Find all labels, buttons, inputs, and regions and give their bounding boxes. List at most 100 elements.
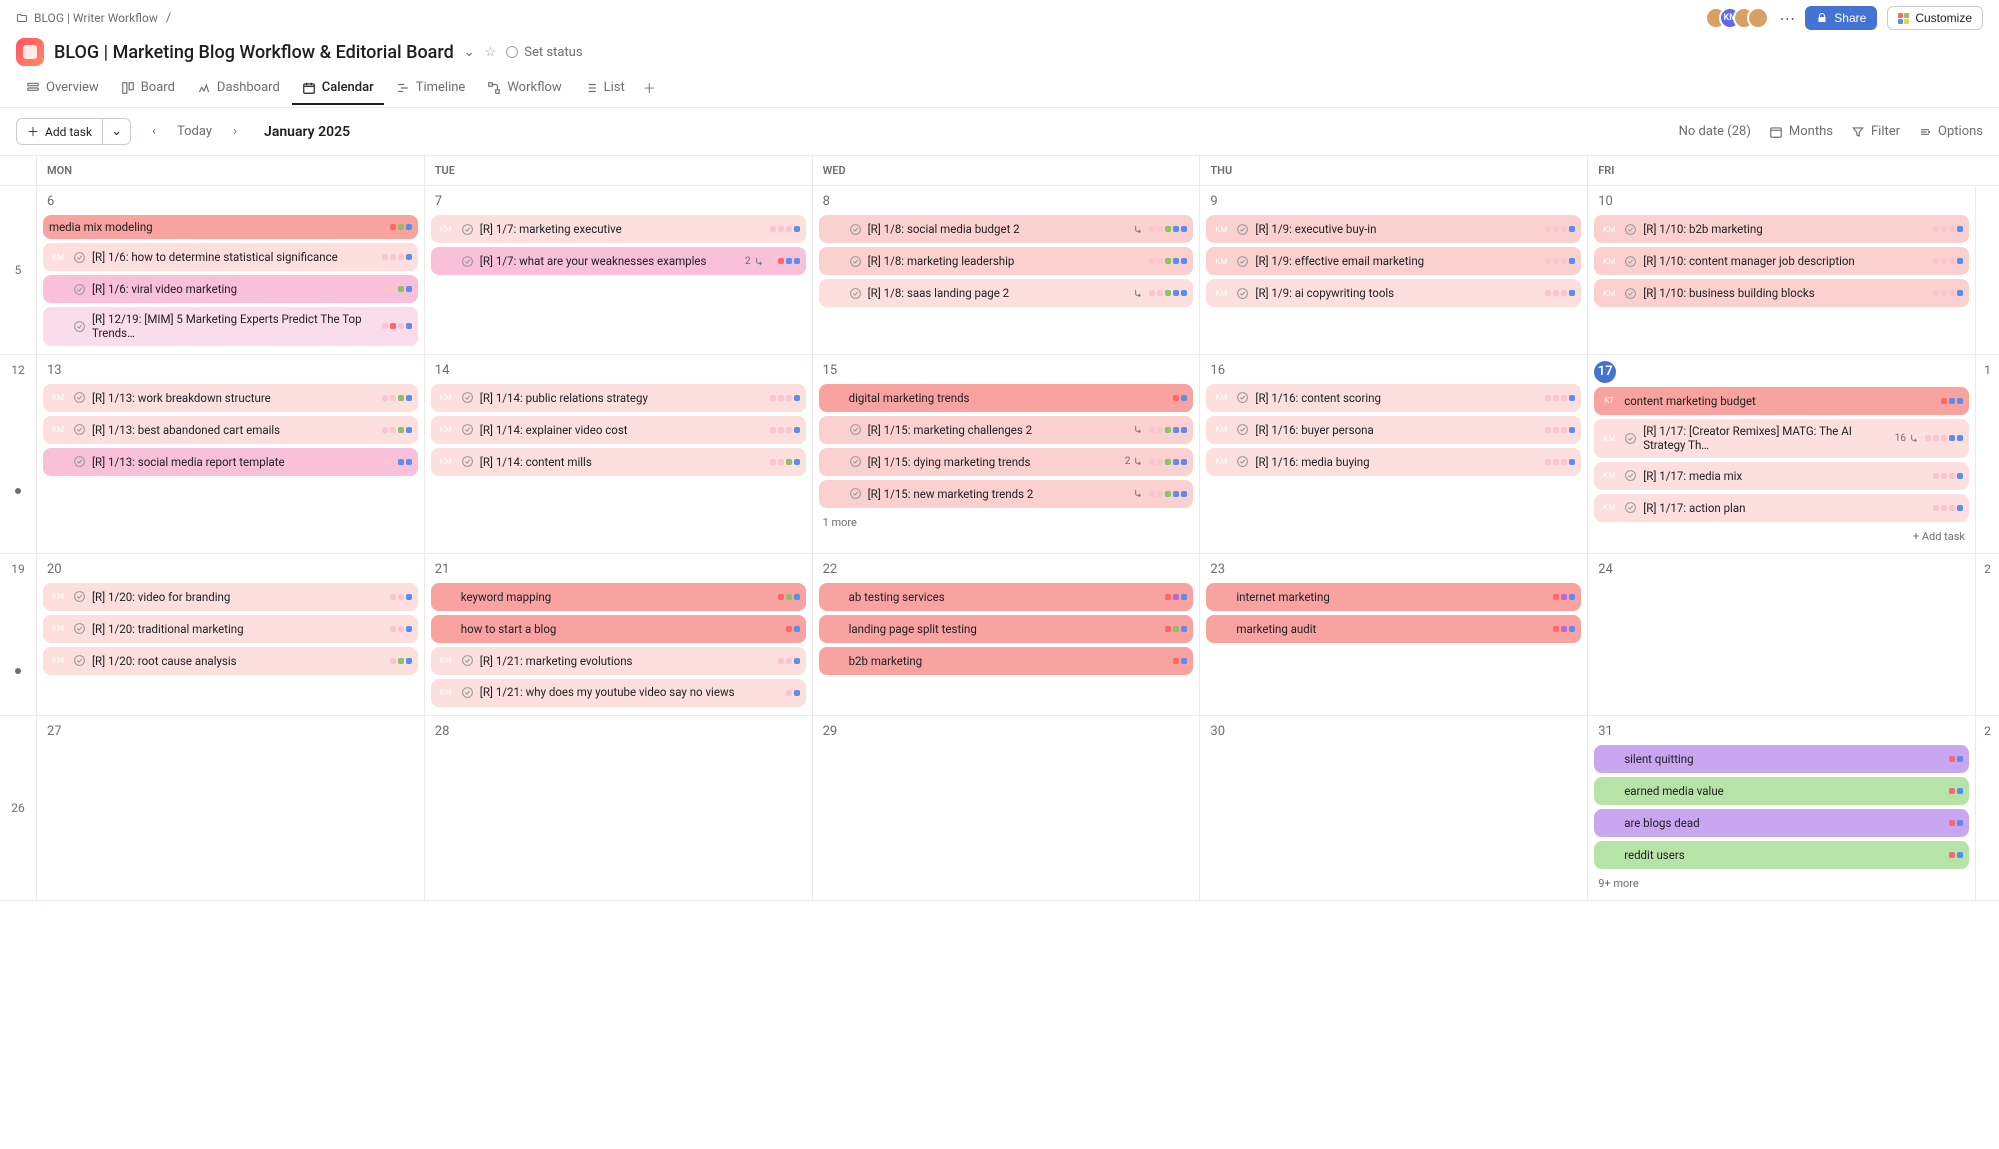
task-card[interactable]: KM [R] 1/10: b2b marketing xyxy=(1594,215,1969,243)
calendar-day[interactable]: 29 xyxy=(812,716,1200,900)
share-button[interactable]: Share xyxy=(1805,6,1877,30)
filter-button[interactable]: Filter xyxy=(1851,124,1900,139)
task-card[interactable]: [R] 1/8: social media budget 2 xyxy=(819,215,1194,243)
task-card[interactable]: silent quitting xyxy=(1594,745,1969,773)
task-card[interactable]: internet marketing xyxy=(1206,583,1581,611)
more-tasks-link[interactable]: 9+ more xyxy=(1594,875,1643,892)
breadcrumb-folder[interactable]: BLOG | Writer Workflow xyxy=(16,11,158,25)
calendar-day[interactable]: 7 KM [R] 1/7: marketing executive [R] 1/… xyxy=(424,186,812,354)
calendar-day[interactable]: 21 keyword mapping how to start a blog K… xyxy=(424,554,812,715)
tab-calendar[interactable]: Calendar xyxy=(292,72,384,105)
calendar-day[interactable]: 30 xyxy=(1199,716,1587,900)
check-circle-icon xyxy=(461,391,474,404)
calendar-day[interactable]: 15 digital marketing trends [R] 1/15: ma… xyxy=(812,355,1200,553)
tab-overview[interactable]: Overview xyxy=(16,72,109,105)
add-task-button[interactable]: ＋Add task ⌄ xyxy=(16,118,131,145)
more-members-icon[interactable]: ⋯ xyxy=(1779,9,1795,28)
task-card[interactable]: ab testing services xyxy=(819,583,1194,611)
task-card[interactable]: reddit users xyxy=(1594,841,1969,869)
calendar-day[interactable]: 23 internet marketing marketing audit xyxy=(1199,554,1587,715)
task-card[interactable]: are blogs dead xyxy=(1594,809,1969,837)
calendar-day[interactable]: 8 [R] 1/8: social media budget 2 [R] 1/8… xyxy=(812,186,1200,354)
task-card[interactable]: KM [R] 1/6: how to determine statistical… xyxy=(43,243,418,271)
task-card[interactable]: KM [R] 1/21: marketing evolutions xyxy=(431,647,806,675)
options-button[interactable]: Options xyxy=(1918,124,1983,139)
more-tasks-link[interactable]: 1 more xyxy=(819,514,861,531)
task-card[interactable]: KM [R] 1/20: root cause analysis xyxy=(43,647,418,675)
task-card[interactable]: KM [R] 1/13: best abandoned cart emails xyxy=(43,416,418,444)
task-card[interactable]: landing page split testing xyxy=(819,615,1194,643)
calendar-day[interactable]: 10 KM [R] 1/10: b2b marketing KM [R] 1/1… xyxy=(1587,186,1975,354)
task-card[interactable]: b2b marketing xyxy=(819,647,1194,675)
task-card[interactable]: KM [R] 1/17: media mix xyxy=(1594,462,1969,490)
calendar-day[interactable]: 17 KT content marketing budget KM [R] 1/… xyxy=(1587,355,1975,553)
tab-board[interactable]: Board xyxy=(111,72,185,105)
task-card[interactable]: KM [R] 1/13: work breakdown structure xyxy=(43,384,418,412)
tab-list[interactable]: List xyxy=(574,72,635,105)
task-card[interactable]: digital marketing trends xyxy=(819,384,1194,412)
task-card[interactable]: marketing audit xyxy=(1206,615,1581,643)
task-card[interactable]: KM [R] 1/14: public relations strategy xyxy=(431,384,806,412)
calendar-day[interactable]: 27 xyxy=(36,716,424,900)
task-card[interactable]: KM [R] 1/16: buyer persona xyxy=(1206,416,1581,444)
calendar-day[interactable]: 6 media mix modeling KM [R] 1/6: how to … xyxy=(36,186,424,354)
task-card[interactable]: [R] 1/8: marketing leadership xyxy=(819,247,1194,275)
chevron-down-icon[interactable]: ⌄ xyxy=(464,45,475,60)
task-card[interactable]: [R] 1/15: dying marketing trends 2 xyxy=(819,448,1194,476)
calendar-day[interactable]: 22 ab testing services landing page spli… xyxy=(812,554,1200,715)
task-card[interactable]: KM [R] 1/21: why does my youtube video s… xyxy=(431,679,806,707)
calendar-day[interactable]: 20 KM [R] 1/20: video for branding KM [R… xyxy=(36,554,424,715)
task-card[interactable]: KM [R] 1/16: content scoring xyxy=(1206,384,1581,412)
task-card[interactable]: KM [R] 1/10: business building blocks xyxy=(1594,279,1969,307)
task-card[interactable]: KM [R] 1/7: marketing executive xyxy=(431,215,806,243)
task-card[interactable]: [R] 1/15: marketing challenges 2 xyxy=(819,416,1194,444)
task-card[interactable]: KM [R] 1/20: traditional marketing xyxy=(43,615,418,643)
member-avatars[interactable]: KM xyxy=(1705,7,1769,29)
add-task-link[interactable]: + Add task xyxy=(1909,528,1969,545)
prev-month-button[interactable]: ‹ xyxy=(141,119,167,145)
add-tab-button[interactable]: ＋ xyxy=(637,70,662,107)
calendar-day[interactable]: 14 KM [R] 1/14: public relations strateg… xyxy=(424,355,812,553)
task-card[interactable]: keyword mapping xyxy=(431,583,806,611)
project-icon[interactable] xyxy=(16,38,44,66)
calendar-day[interactable]: 16 KM [R] 1/16: content scoring KM [R] 1… xyxy=(1199,355,1587,553)
tab-timeline[interactable]: Timeline xyxy=(386,72,476,105)
today-button[interactable]: Today xyxy=(177,124,212,139)
star-icon[interactable]: ☆ xyxy=(485,45,497,60)
task-card[interactable]: KM [R] 1/9: effective email marketing xyxy=(1206,247,1581,275)
day-number: 23 xyxy=(1206,560,1229,579)
set-status-button[interactable]: Set status xyxy=(506,45,582,60)
task-card[interactable]: KM [R] 1/14: content mills xyxy=(431,448,806,476)
task-card[interactable]: media mix modeling xyxy=(43,215,418,239)
customize-button[interactable]: Customize xyxy=(1887,6,1983,30)
calendar-day[interactable]: 24 xyxy=(1587,554,1975,715)
tab-dashboard[interactable]: Dashboard xyxy=(187,72,290,105)
calendar-week: 19 20 KM [R] 1/20: video for branding KM… xyxy=(0,554,1999,716)
task-card[interactable]: KM [R] 1/9: executive buy-in xyxy=(1206,215,1581,243)
no-date-button[interactable]: No date (28) xyxy=(1679,124,1751,139)
task-card[interactable]: KM [R] 1/20: video for branding xyxy=(43,583,418,611)
task-card[interactable]: [R] 12/19: [MIM] 5 Marketing Experts Pre… xyxy=(43,307,418,346)
task-card[interactable]: KM [R] 1/16: media buying xyxy=(1206,448,1581,476)
tab-workflow[interactable]: Workflow xyxy=(477,72,571,105)
task-card[interactable]: [R] 1/8: saas landing page 2 xyxy=(819,279,1194,307)
task-card[interactable]: [R] 1/15: new marketing trends 2 xyxy=(819,480,1194,508)
task-card[interactable]: KM [R] 1/14: explainer video cost xyxy=(431,416,806,444)
add-task-dropdown[interactable]: ⌄ xyxy=(103,120,130,143)
calendar-day[interactable]: 13 KM [R] 1/13: work breakdown structure… xyxy=(36,355,424,553)
task-card[interactable]: [R] 1/7: what are your weaknesses exampl… xyxy=(431,247,806,275)
task-card[interactable]: how to start a blog xyxy=(431,615,806,643)
task-card[interactable]: KT content marketing budget xyxy=(1594,387,1969,415)
task-card[interactable]: KM [R] 1/9: ai copywriting tools xyxy=(1206,279,1581,307)
task-card[interactable]: KM [R] 1/17: action plan xyxy=(1594,494,1969,522)
calendar-day[interactable]: 9 KM [R] 1/9: executive buy-in KM [R] 1/… xyxy=(1199,186,1587,354)
task-card[interactable]: [R] 1/6: viral video marketing xyxy=(43,275,418,303)
next-month-button[interactable]: › xyxy=(222,119,248,145)
task-card[interactable]: earned media value xyxy=(1594,777,1969,805)
task-card[interactable]: [R] 1/13: social media report template xyxy=(43,448,418,476)
task-card[interactable]: KM [R] 1/17: [Creator Remixes] MATG: The… xyxy=(1594,419,1969,458)
task-card[interactable]: KM [R] 1/10: content manager job descrip… xyxy=(1594,247,1969,275)
months-view-button[interactable]: Months xyxy=(1769,124,1833,139)
calendar-day[interactable]: 31 silent quitting earned media value ar… xyxy=(1587,716,1975,900)
calendar-day[interactable]: 28 xyxy=(424,716,812,900)
